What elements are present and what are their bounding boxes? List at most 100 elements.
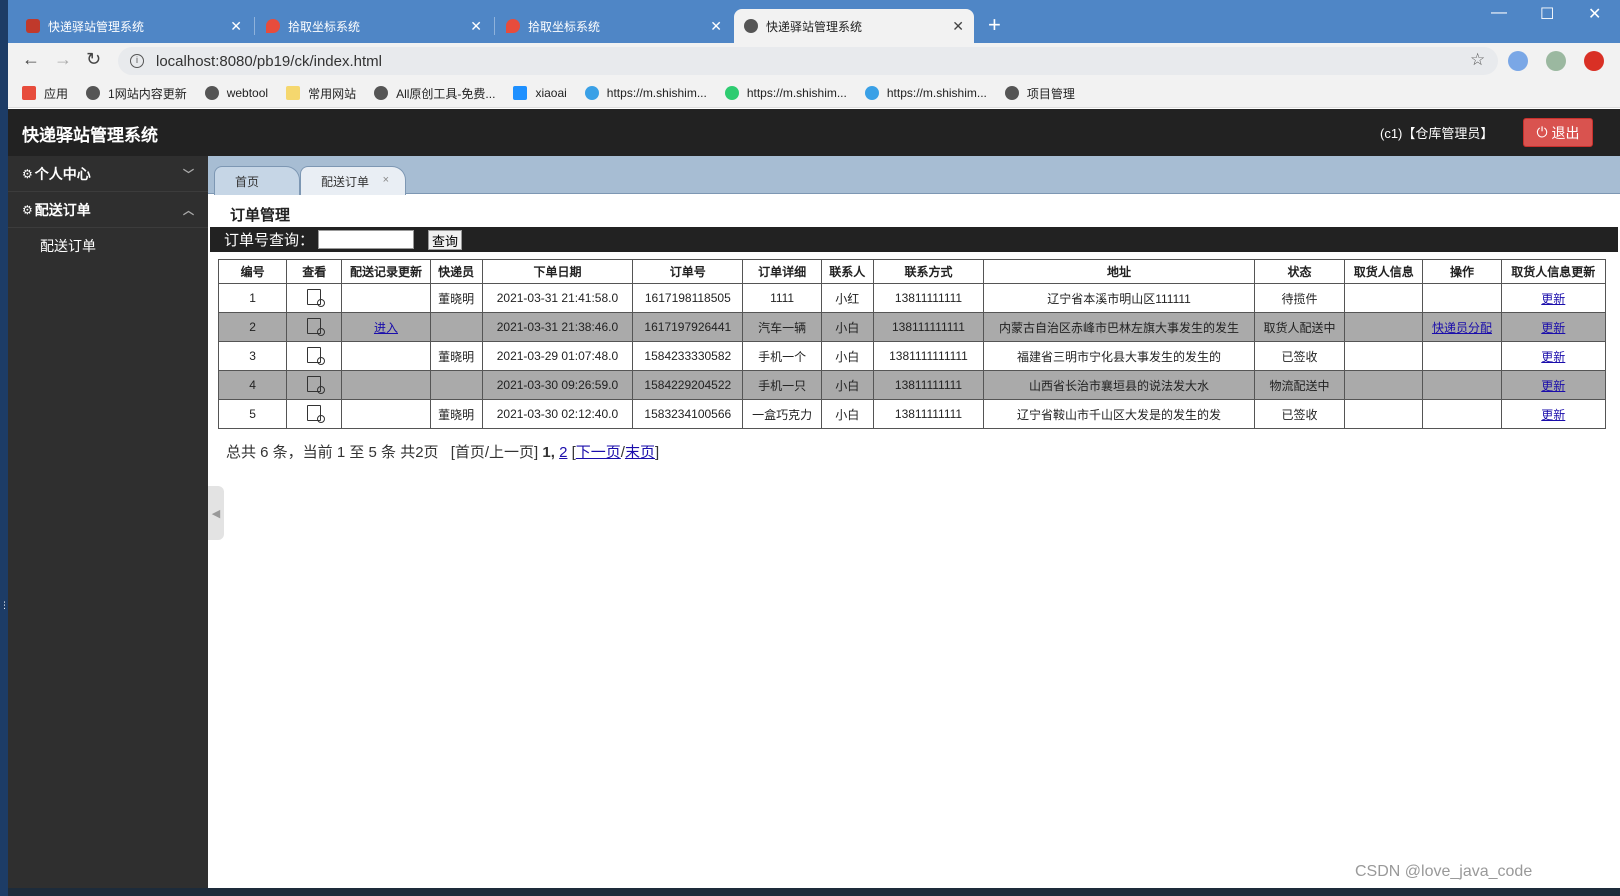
close-window-icon[interactable]: ✕ xyxy=(1588,4,1601,24)
tab-title: 快递驿站管理系统 xyxy=(766,19,863,34)
pager-last-link[interactable]: 末页 xyxy=(625,444,655,461)
table-header-row: 编号 查看 配送记录更新 快递员 下单日期 订单号 订单详细 联系人 联系方式 … xyxy=(217,259,1607,284)
globe-icon xyxy=(204,86,219,100)
sidebar-group-label: 配送订单 xyxy=(34,201,91,218)
extension-bird-icon[interactable] xyxy=(1508,51,1528,71)
query-button[interactable]: 查询 xyxy=(428,229,463,250)
tab-strip: 快递驿站管理系统 ✕ 拾取坐标系统 ✕ 拾取坐标系统 ✕ 快递驿站管理系统 ✕ … xyxy=(8,0,1620,43)
bookmark-item[interactable]: https://m.shishim... xyxy=(864,86,987,100)
app-header: 快递驿站管理系统 (c1)【仓库管理员】 ⏻ 退出 xyxy=(8,109,1620,156)
tab-title: 拾取坐标系统 xyxy=(528,19,601,34)
sidebar-collapse-handle[interactable]: ◀ xyxy=(208,486,224,540)
browser-toolbar: ← → ↻ i localhost:8080/pb19/ck/index.htm… xyxy=(8,43,1620,79)
view-details-icon[interactable] xyxy=(307,346,326,365)
bookmark-star-icon[interactable]: ☆ xyxy=(1470,50,1485,70)
c-icon xyxy=(584,86,599,100)
view-details-icon[interactable] xyxy=(307,317,326,336)
bookmark-item[interactable]: 常用网站 xyxy=(286,85,356,102)
bookmark-item[interactable]: https://m.shishim... xyxy=(584,86,707,100)
new-tab-button[interactable]: + xyxy=(988,12,1001,38)
search-bar: 订单号查询： 查询 xyxy=(210,227,1618,252)
map-pin-icon xyxy=(266,19,280,33)
bookmark-item[interactable]: webtool xyxy=(204,86,268,100)
view-details-icon[interactable] xyxy=(307,404,326,423)
content-tabs-bar: 首页 配送订单 × xyxy=(208,156,1620,195)
main-content: 首页 配送订单 × ◀ 订单管理 订单号查询： 查询 编号 查看 配送记录更新 … xyxy=(208,156,1620,888)
enter-record-link[interactable]: 进入 xyxy=(374,321,398,335)
apps-grid-icon xyxy=(22,86,36,100)
update-pickup-link[interactable]: 更新 xyxy=(1541,292,1565,306)
pager-page-2-link[interactable]: 2 xyxy=(559,444,567,461)
page-title: 订单管理 xyxy=(230,207,291,224)
bookmark-item[interactable]: 项目管理 xyxy=(1004,85,1075,102)
tab-favicon-icon xyxy=(26,19,40,33)
sidebar-item-delivery-orders[interactable]: 配送订单 xyxy=(8,228,208,264)
sidebar: ⚙ 个人中心 ﹀ ⚙ 配送订单 ︿ 配送订单 xyxy=(8,156,208,888)
view-details-icon[interactable] xyxy=(307,375,326,394)
update-pickup-link[interactable]: 更新 xyxy=(1541,321,1565,335)
globe-icon xyxy=(86,86,101,100)
maximize-icon[interactable]: ☐ xyxy=(1540,4,1554,24)
column-header: 下单日期 xyxy=(481,259,634,284)
bookmarks-bar: 应用 1网站内容更新 webtool 常用网站 All原创工具-免费... xi… xyxy=(8,79,1620,108)
back-arrow-icon[interactable]: ← xyxy=(22,49,40,70)
column-header: 查看 xyxy=(286,259,343,284)
sidebar-group-personal-center[interactable]: ⚙ 个人中心 ﹀ xyxy=(8,156,208,192)
browser-window: 快递驿站管理系统 ✕ 拾取坐标系统 ✕ 拾取坐标系统 ✕ 快递驿站管理系统 ✕ … xyxy=(8,0,1620,888)
search-label: 订单号查询： xyxy=(224,232,315,249)
update-badge-icon[interactable] xyxy=(1584,51,1604,71)
reload-icon[interactable]: ↻ xyxy=(86,49,101,70)
globe-icon xyxy=(1004,86,1019,100)
bookmark-item[interactable]: All原创工具-免费... xyxy=(374,85,495,102)
update-pickup-link[interactable]: 更新 xyxy=(1541,408,1565,422)
gears-icon: ⚙ xyxy=(22,202,33,217)
c-icon xyxy=(864,86,879,100)
tab-home[interactable]: 首页 xyxy=(214,166,300,195)
browser-tab-4-active[interactable]: 快递驿站管理系统 ✕ xyxy=(734,9,974,43)
browser-tab-3[interactable]: 拾取坐标系统 ✕ xyxy=(496,9,732,43)
bookmark-item[interactable]: https://m.shishim... xyxy=(724,86,847,100)
column-header: 订单号 xyxy=(632,259,744,284)
table-row: 2 进入 2021-03-31 21:38:46.0 1617197926441… xyxy=(217,312,1607,342)
bookmark-item[interactable]: 1网站内容更新 xyxy=(86,85,187,102)
column-header: 编号 xyxy=(217,259,288,284)
tab-title: 拾取坐标系统 xyxy=(288,19,361,34)
profile-avatar-icon[interactable] xyxy=(1546,51,1566,71)
view-details-icon[interactable] xyxy=(307,288,326,307)
browser-tab-2[interactable]: 拾取坐标系统 ✕ xyxy=(256,9,492,43)
pager-summary: 总共 6 条，当前 1 至 5 条 共2页 xyxy=(226,444,439,461)
order-number-input[interactable] xyxy=(318,230,415,249)
close-icon[interactable]: × xyxy=(383,174,389,186)
forward-arrow-icon[interactable]: → xyxy=(54,49,72,70)
orders-table: 编号 查看 配送记录更新 快递员 下单日期 订单号 订单详细 联系人 联系方式 … xyxy=(217,259,1607,429)
bookmark-item[interactable]: xiaoai xyxy=(513,86,567,100)
update-pickup-link[interactable]: 更新 xyxy=(1541,350,1565,364)
folder-icon xyxy=(286,86,301,100)
column-header: 操作 xyxy=(1422,259,1502,284)
address-bar[interactable]: i localhost:8080/pb19/ck/index.html xyxy=(118,47,1498,75)
chevron-left-icon: ◀ xyxy=(211,507,221,520)
update-pickup-link[interactable]: 更新 xyxy=(1541,379,1565,393)
info-icon[interactable]: i xyxy=(130,54,144,68)
wechat-icon xyxy=(724,86,739,100)
column-header: 订单详细 xyxy=(742,259,822,284)
minimize-icon[interactable]: — xyxy=(1491,4,1507,22)
column-header: 状态 xyxy=(1253,259,1346,284)
assign-courier-link[interactable]: 快递员分配 xyxy=(1432,321,1492,335)
tab-close-icon[interactable]: ✕ xyxy=(952,18,964,35)
table-row: 4 2021-03-30 09:26:59.0 1584229204522 手机… xyxy=(217,370,1607,400)
column-header: 取货人信息 xyxy=(1344,259,1424,284)
current-user: (c1)【仓库管理员】 xyxy=(1380,126,1494,141)
globe-icon xyxy=(374,86,389,100)
tab-close-icon[interactable]: ✕ xyxy=(230,18,242,35)
sidebar-group-delivery-orders[interactable]: ⚙ 配送订单 ︿ xyxy=(8,192,208,228)
column-header: 快递员 xyxy=(429,259,483,284)
browser-tab-1[interactable]: 快递驿站管理系统 ✕ xyxy=(16,9,252,43)
pager-next-link[interactable]: 下一页 xyxy=(576,444,621,461)
globe-icon xyxy=(744,19,758,33)
tab-close-icon[interactable]: ✕ xyxy=(710,18,722,35)
bookmark-item[interactable]: 应用 xyxy=(22,85,68,102)
logout-button[interactable]: ⏻ 退出 xyxy=(1523,118,1593,147)
tab-delivery-orders[interactable]: 配送订单 × xyxy=(300,166,406,195)
tab-close-icon[interactable]: ✕ xyxy=(470,18,482,35)
